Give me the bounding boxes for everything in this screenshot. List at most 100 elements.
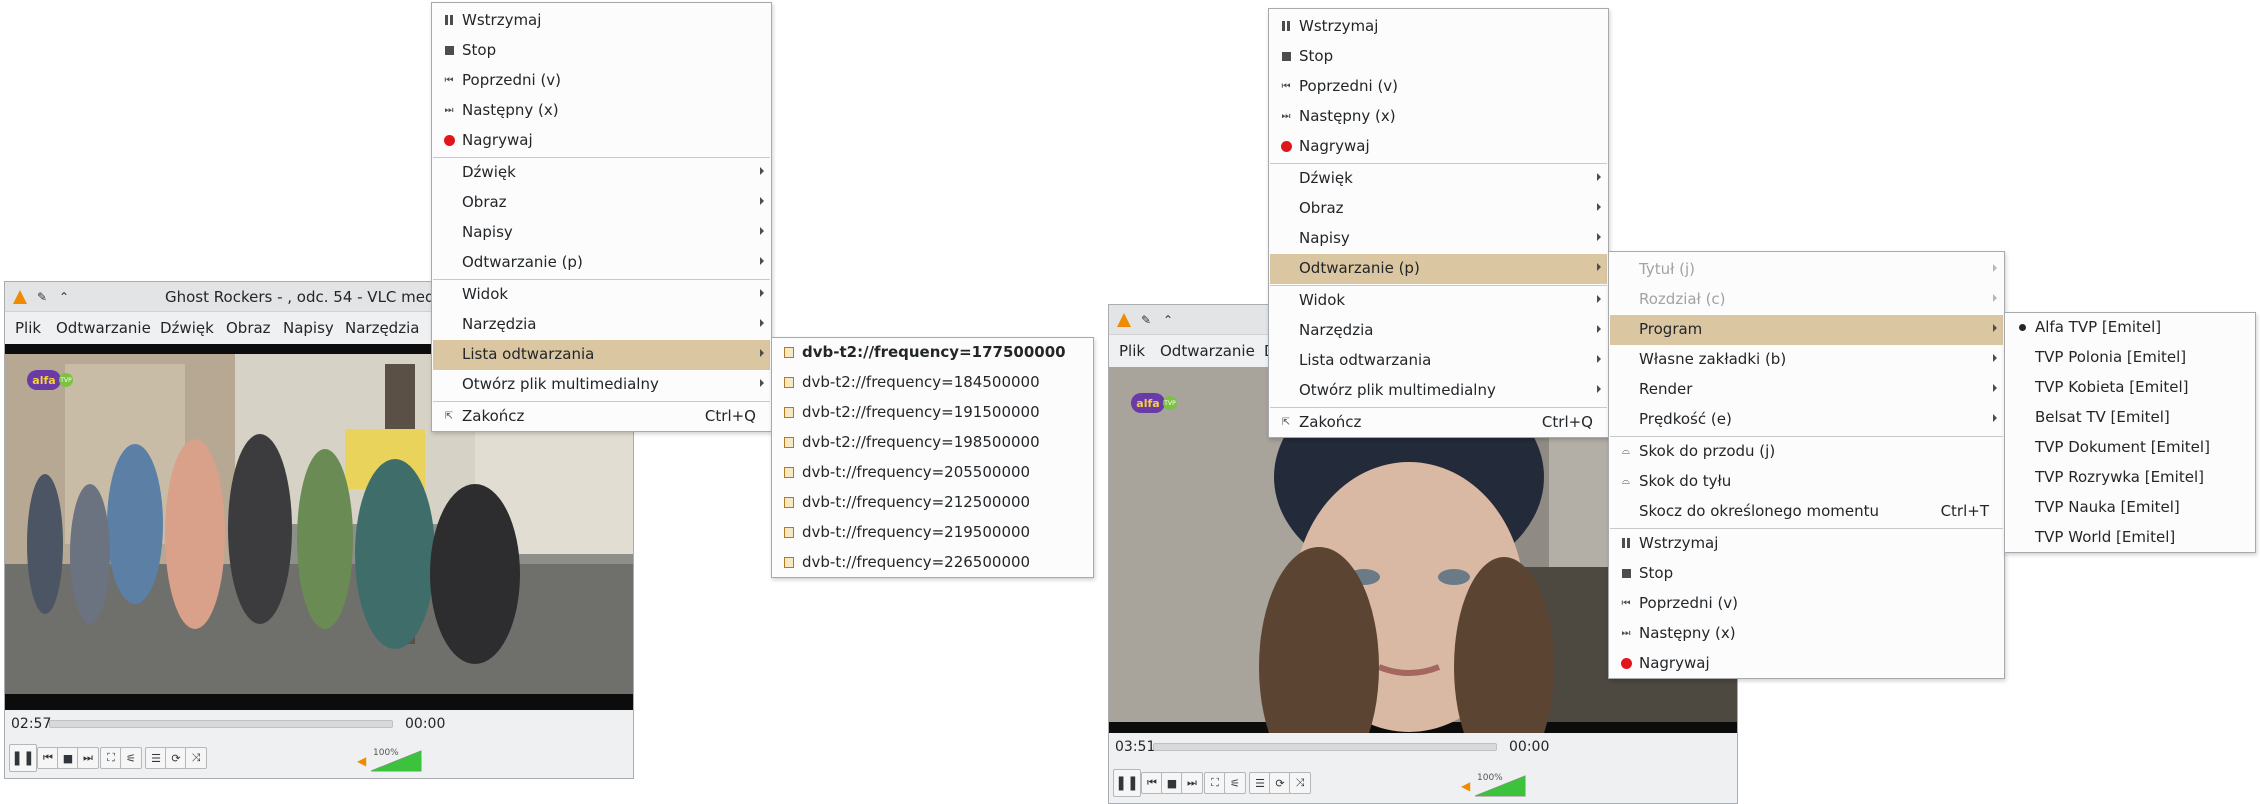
program-item-tvp-nauka[interactable]: TVP Nauka [Emitel] <box>2006 493 2254 523</box>
next-button[interactable]: ⏭ <box>1181 772 1203 794</box>
menu-item-poprzedni[interactable]: ⏮ Poprzedni (v) <box>433 66 770 96</box>
program-item-alfa-tvp[interactable]: Alfa TVP [Emitel] <box>2006 313 2254 343</box>
stop-icon <box>443 44 455 56</box>
menu-item-napisy[interactable]: Napisy <box>1270 224 1607 254</box>
menu-plik[interactable]: Plik <box>1119 342 1145 360</box>
menu-item-poprzedni[interactable]: ⏮ Poprzedni (v) <box>1610 589 2003 619</box>
next-button[interactable]: ⏭ <box>77 747 99 769</box>
quit-icon: ⇱ <box>444 410 454 422</box>
stop-icon <box>1280 50 1292 62</box>
fullscreen-button[interactable]: ⛶ <box>100 747 122 769</box>
playlist-item[interactable]: dvb-t2://frequency=177500000 <box>773 338 1092 368</box>
playlist-item[interactable]: dvb-t://frequency=205500000 <box>773 458 1092 488</box>
menu-item-obraz[interactable]: Obraz <box>1270 194 1607 224</box>
menu-item-narzedzia[interactable]: Narzędzia <box>433 310 770 340</box>
seek-bar[interactable] <box>1153 743 1497 751</box>
playlist-button[interactable]: ☰ <box>145 747 167 769</box>
menu-item-program[interactable]: Program <box>1610 315 2003 345</box>
previous-button[interactable]: ⏮ <box>1141 772 1163 794</box>
playlist-item[interactable]: dvb-t://frequency=212500000 <box>773 488 1092 518</box>
menu-item-obraz[interactable]: Obraz <box>433 188 770 218</box>
menu-plik[interactable]: Plik <box>15 319 41 337</box>
menu-item-predkosc[interactable]: Prędkość (e) <box>1610 405 2003 435</box>
menu-item-poprzedni[interactable]: ⏮ Poprzedni (v) <box>1270 72 1607 102</box>
menu-item-render[interactable]: Render <box>1610 375 2003 405</box>
program-item-tvp-dokument[interactable]: TVP Dokument [Emitel] <box>2006 433 2254 463</box>
menu-item-skok-do-przodu[interactable]: ⌓ Skok do przodu (j) <box>1610 437 2003 467</box>
menu-item-odtwarzanie[interactable]: Odtwarzanie (p) <box>433 248 770 278</box>
play-pause-button[interactable]: ❚❚ <box>9 744 37 772</box>
menu-item-zakoncz[interactable]: ⇱ Zakończ Ctrl+Q <box>1270 408 1607 438</box>
menu-narzedzia[interactable]: Narzędzia <box>345 319 419 337</box>
program-item-tvp-kobieta[interactable]: TVP Kobieta [Emitel] <box>2006 373 2254 403</box>
menu-item-wstrzymaj[interactable]: Wstrzymaj <box>1270 12 1607 42</box>
loop-button[interactable]: ⟳ <box>165 747 187 769</box>
menu-item-lista-odtwarzania[interactable]: Lista odtwarzania <box>433 340 770 370</box>
menu-item-skocz-do-momentu[interactable]: Skocz do określonego momentu Ctrl+T <box>1610 497 2003 527</box>
volume-slider[interactable] <box>371 750 423 772</box>
menu-item-otworz-plik[interactable]: Otwórz plik multimedialny <box>1270 376 1607 406</box>
menu-item-stop[interactable]: Stop <box>1270 42 1607 72</box>
radio-selected-icon <box>2016 321 2028 333</box>
loop-button[interactable]: ⟳ <box>1269 772 1291 794</box>
menu-item-nagrywaj[interactable]: Nagrywaj <box>1610 649 2003 679</box>
speaker-icon[interactable]: ◀ <box>1461 779 1473 793</box>
program-item-belsat-tv[interactable]: Belsat TV [Emitel] <box>2006 403 2254 433</box>
program-item-tvp-rozrywka[interactable]: TVP Rozrywka [Emitel] <box>2006 463 2254 493</box>
menu-odtwarzanie[interactable]: Odtwarzanie <box>56 319 151 337</box>
volume-slider[interactable] <box>1475 775 1527 797</box>
menu-item-dzwiek[interactable]: Dźwięk <box>433 158 770 188</box>
menu-item-narzedzia[interactable]: Narzędzia <box>1270 316 1607 346</box>
context-menu-left: Wstrzymaj Stop ⏮ Poprzedni (v) ⏭ Następny … <box>431 2 772 432</box>
stop-button[interactable]: ■ <box>1161 772 1183 794</box>
menu-item-nastepny[interactable]: ⏭ Następny (x) <box>433 96 770 126</box>
menu-item-zakoncz[interactable]: ⇱ Zakończ Ctrl+Q <box>433 402 770 432</box>
menu-item-odtwarzanie[interactable]: Odtwarzanie (p) <box>1270 254 1607 284</box>
menu-item-napisy[interactable]: Napisy <box>433 218 770 248</box>
pin-icon[interactable]: ✎ <box>33 288 51 306</box>
menu-item-wstrzymaj[interactable]: Wstrzymaj <box>1610 529 2003 559</box>
seek-bar[interactable] <box>49 720 393 728</box>
stop-button[interactable]: ■ <box>57 747 79 769</box>
pin-icon[interactable]: ✎ <box>1137 311 1155 329</box>
extended-settings-button[interactable]: ⚟ <box>1224 772 1246 794</box>
menu-napisy[interactable]: Napisy <box>283 319 334 337</box>
previous-button[interactable]: ⏮ <box>37 747 59 769</box>
menu-obraz[interactable]: Obraz <box>226 319 271 337</box>
menu-item-stop[interactable]: Stop <box>433 36 770 66</box>
menu-dzwiek[interactable]: Dźwięk <box>160 319 214 337</box>
program-item-tvp-polonia[interactable]: TVP Polonia [Emitel] <box>2006 343 2254 373</box>
menu-item-wstrzymaj[interactable]: Wstrzymaj <box>433 6 770 36</box>
menu-item-nastepny[interactable]: ⏭ Następny (x) <box>1270 102 1607 132</box>
playlist-button[interactable]: ☰ <box>1249 772 1271 794</box>
menu-item-lista-odtwarzania[interactable]: Lista odtwarzania <box>1270 346 1607 376</box>
menu-item-widok[interactable]: Widok <box>433 280 770 310</box>
playlist-item[interactable]: dvb-t2://frequency=184500000 <box>773 368 1092 398</box>
menu-item-nagrywaj[interactable]: Nagrywaj <box>1270 132 1607 162</box>
shuffle-button[interactable]: ⤨ <box>1289 772 1311 794</box>
program-item-tvp-world[interactable]: TVP World [Emitel] <box>2006 523 2254 553</box>
playlist-item[interactable]: dvb-t://frequency=226500000 <box>773 548 1092 578</box>
menu-item-dzwiek[interactable]: Dźwięk <box>1270 164 1607 194</box>
menu-item-nastepny[interactable]: ⏭ Następny (x) <box>1610 619 2003 649</box>
menu-item-stop[interactable]: Stop <box>1610 559 2003 589</box>
menu-item-skok-do-tylu[interactable]: ⌓ Skok do tyłu <box>1610 467 2003 497</box>
menu-item-otworz-plik[interactable]: Otwórz plik multimedialny <box>433 370 770 400</box>
keep-above-icon[interactable]: ⌃ <box>55 288 73 306</box>
playlist-item[interactable]: dvb-t2://frequency=191500000 <box>773 398 1092 428</box>
channel-logo: alfa <box>1131 393 1165 413</box>
keep-above-icon[interactable]: ⌃ <box>1159 311 1177 329</box>
time-elapsed: 02:57 <box>11 716 52 732</box>
menu-item-nagrywaj[interactable]: Nagrywaj <box>433 126 770 156</box>
extended-settings-button[interactable]: ⚟ <box>120 747 142 769</box>
menu-item-widok[interactable]: Widok <box>1270 286 1607 316</box>
speaker-icon[interactable]: ◀ <box>357 754 369 768</box>
playlist-item[interactable]: dvb-t://frequency=219500000 <box>773 518 1092 548</box>
play-pause-button[interactable]: ❚❚ <box>1113 769 1141 797</box>
menu-item-tytul: Tytuł (j) <box>1610 255 2003 285</box>
shuffle-button[interactable]: ⤨ <box>185 747 207 769</box>
fullscreen-button[interactable]: ⛶ <box>1204 772 1226 794</box>
menu-item-wlasne-zakladki[interactable]: Własne zakładki (b) <box>1610 345 2003 375</box>
playlist-item[interactable]: dvb-t2://frequency=198500000 <box>773 428 1092 458</box>
menu-odtwarzanie[interactable]: Odtwarzanie <box>1160 342 1255 360</box>
